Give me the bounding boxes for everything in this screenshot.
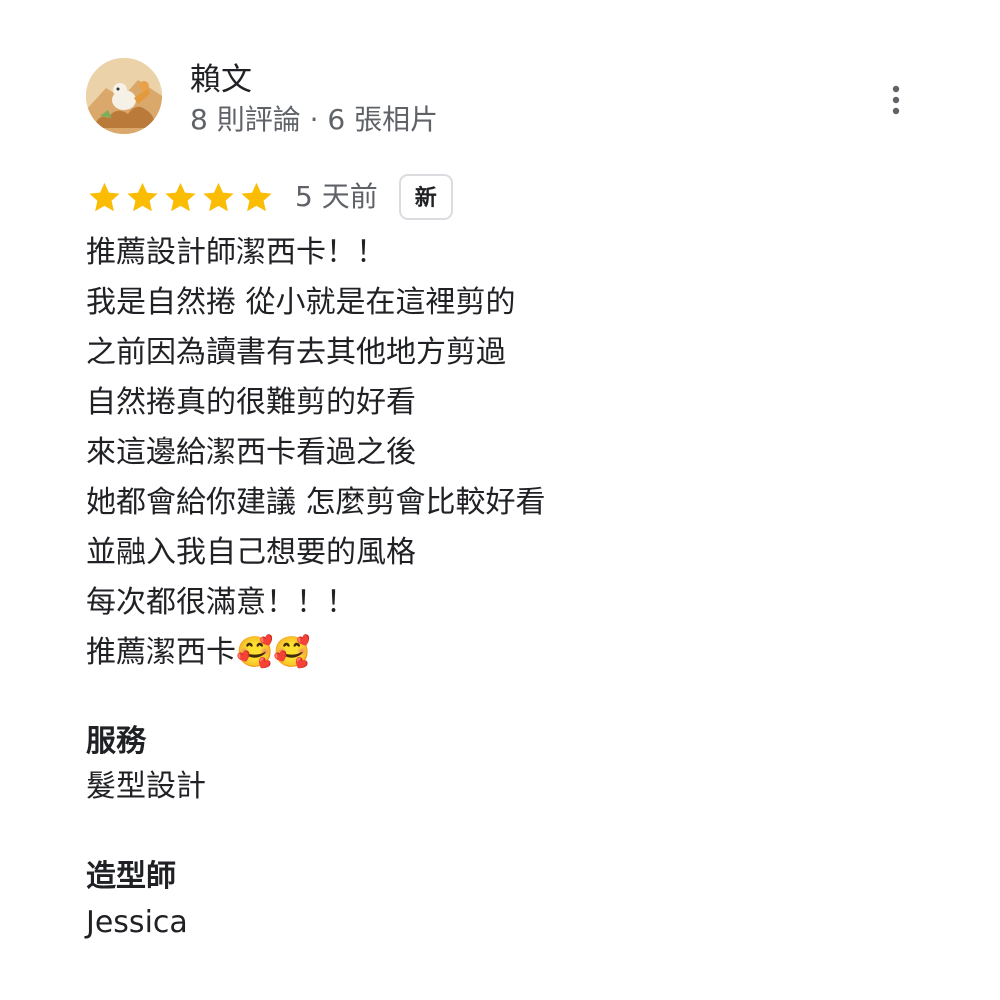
review-date: 5 天前 [295,180,378,213]
review-line: 來這邊給潔西卡看過之後 [86,435,416,470]
reviewer-name[interactable]: 賴文 [190,60,252,100]
review-line: 並融入我自己想要的風格 [86,535,416,570]
review-line: 每次都很滿意！！！ [86,585,356,620]
review-line: 她都會給你建議 怎麼剪會比較好看 [86,485,546,520]
service-title: 服務 [86,724,146,759]
star-rating [86,179,276,216]
stylist-value: Jessica [86,905,188,940]
star-icon [241,182,272,211]
star-icon [203,182,234,211]
review-line: 我是自然捲 從小就是在這裡剪的 [86,285,516,320]
more-vert-icon [892,85,900,115]
review-line: 之前因為讀書有去其他地方剪過 [86,335,506,370]
review-line: 自然捲真的很難剪的好看 [86,385,416,420]
stylist-title: 造型師 [86,859,176,894]
avatar[interactable] [86,58,162,134]
rating-row: 5 天前 新 [86,173,453,221]
more-options-button[interactable] [876,80,916,120]
star-icon [89,182,120,211]
review-text: 推薦設計師潔西卡！！ 我是自然捲 從小就是在這裡剪的 之前因為讀書有去其他地方剪過自… [86,228,946,678]
star-icon [165,182,196,211]
service-value: 髮型設計 [86,769,206,804]
new-badge: 新 [398,174,453,220]
review-line: 推薦設計師潔西卡！！ [86,235,386,270]
star-icon [127,182,158,211]
reviewer-meta: 8 則評論 · 6 張相片 [190,103,439,136]
review-line: 推薦潔西卡🥰🥰 [86,635,311,670]
avatar-dinosaur-icon [86,58,162,134]
